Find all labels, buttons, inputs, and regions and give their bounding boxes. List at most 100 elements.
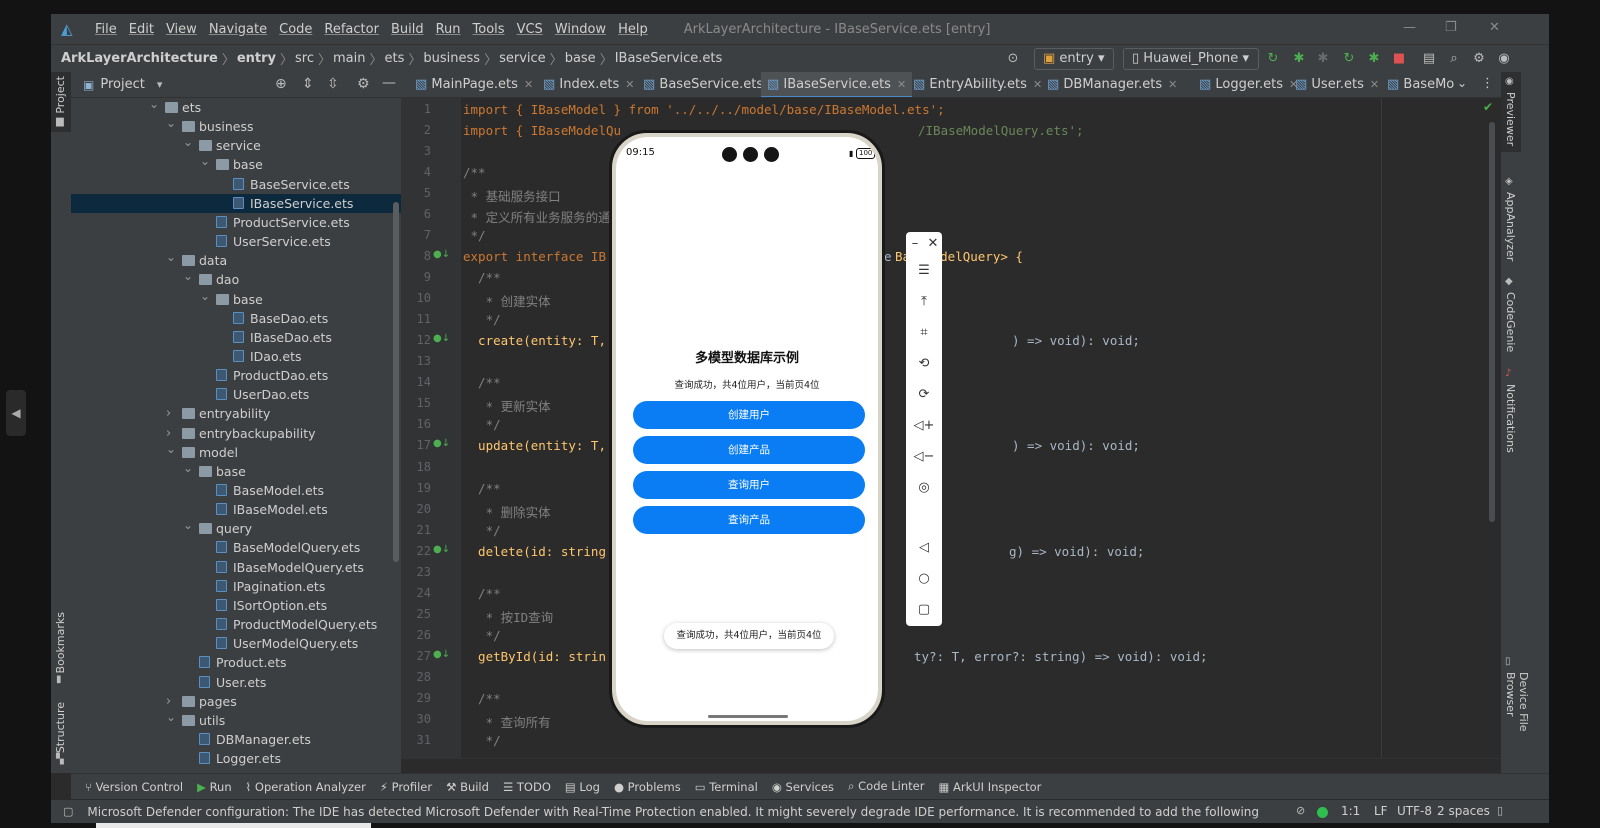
- editor-tab[interactable]: ▧ DBManager.ets ✕: [1041, 72, 1183, 97]
- stop-icon[interactable]: ■: [1391, 51, 1407, 67]
- tree-file[interactable]: IBaseDao.ets: [71, 328, 401, 347]
- account-icon[interactable]: ◉: [1496, 51, 1512, 67]
- no-problems-check-icon[interactable]: ✔: [1483, 100, 1493, 114]
- version-control-tab[interactable]: ⑂ Version Control: [85, 780, 183, 794]
- tree-folder[interactable]: ⌄ business: [71, 114, 401, 136]
- tree-folder[interactable]: ⌄ utils: [71, 708, 401, 730]
- caret-position[interactable]: 1:1: [1341, 804, 1360, 818]
- attach-debugger-icon[interactable]: ✱: [1315, 51, 1331, 67]
- create-user-button[interactable]: 创建用户: [633, 401, 865, 429]
- project-scrollbar[interactable]: [393, 202, 399, 562]
- tree-file[interactable]: IDao.ets: [71, 347, 401, 366]
- tree-file[interactable]: User.ets: [71, 673, 401, 692]
- menu-vcs[interactable]: VCS: [517, 22, 543, 37]
- rotate-icon[interactable]: ⟲: [906, 356, 942, 371]
- menu-file[interactable]: File: [95, 22, 117, 37]
- menu-edit[interactable]: Edit: [129, 22, 154, 37]
- problems-tab[interactable]: ● Problems: [614, 780, 681, 794]
- notifications-tool-button[interactable]: ♪ Notifications: [1501, 368, 1521, 458]
- breadcrumb-base[interactable]: base: [565, 51, 596, 66]
- todo-tab[interactable]: ☰ TODO: [503, 780, 551, 794]
- tree-folder[interactable]: ⌄ service: [71, 135, 401, 155]
- structure-tool-button[interactable]: Structure ▚: [51, 702, 71, 768]
- fold-icon[interactable]: ◎: [906, 480, 942, 495]
- chevron-down-icon[interactable]: ⌄: [166, 440, 176, 459]
- menu-build[interactable]: Build: [391, 22, 424, 37]
- code-linter-tab[interactable]: ⌕ Code Linter: [848, 779, 924, 794]
- chevron-down-icon[interactable]: ⌄: [166, 708, 176, 727]
- code-area[interactable]: import { IBaseModel } from '../../../mod…: [401, 98, 1501, 758]
- tree-folder[interactable]: › entrybackupability: [71, 424, 401, 443]
- tree-file[interactable]: Product.ets: [71, 653, 401, 672]
- breadcrumb-file[interactable]: IBaseService.ets: [615, 51, 723, 66]
- chevron-down-icon[interactable]: ▾: [157, 78, 163, 91]
- menu-run[interactable]: Run: [436, 22, 461, 37]
- chevron-down-icon[interactable]: ⌄: [166, 114, 176, 133]
- tree-folder[interactable]: ⌄ base: [71, 287, 401, 309]
- target-icon[interactable]: ⊙: [1005, 51, 1021, 67]
- editor-tab[interactable]: ▧ IBaseService.ets ✕: [761, 72, 913, 97]
- tree-file[interactable]: BaseService.ets: [71, 175, 401, 194]
- project-tool-button[interactable]: Project ▆: [51, 72, 71, 132]
- module-select[interactable]: ▣ entry ▾: [1034, 48, 1114, 70]
- tree-folder[interactable]: ⌄ query: [71, 516, 401, 538]
- tree-file[interactable]: UserModelQuery.ets: [71, 634, 401, 653]
- editor-tab[interactable]: ▧ MainPage.ets ✕: [409, 72, 539, 97]
- menu-navigate[interactable]: Navigate: [209, 22, 267, 37]
- tree-file[interactable]: DBManager.ets: [71, 730, 401, 749]
- tree-file[interactable]: ProductModelQuery.ets: [71, 615, 401, 634]
- appanalyzer-tool-button[interactable]: ◈ AppAnalyzer: [1501, 176, 1521, 261]
- terminal-tab[interactable]: ▭ Terminal: [695, 780, 758, 794]
- chevron-down-icon[interactable]: ⌄: [183, 459, 193, 478]
- status-message[interactable]: Microsoft Defender configuration: The ID…: [87, 805, 1263, 819]
- home-indicator[interactable]: [708, 715, 788, 718]
- tree-folder[interactable]: ⌄ model: [71, 440, 401, 462]
- menu-tools[interactable]: Tools: [473, 22, 505, 37]
- chevron-down-icon[interactable]: ⌄: [183, 516, 193, 535]
- hide-panel-icon[interactable]: —: [382, 75, 396, 91]
- chevron-down-icon[interactable]: ⌄: [200, 287, 210, 306]
- tree-file[interactable]: ISortOption.ets: [71, 596, 401, 615]
- tree-file[interactable]: BaseDao.ets: [71, 309, 401, 328]
- close-tab-icon[interactable]: ✕: [1370, 78, 1379, 91]
- power-save-icon[interactable]: ⊘: [1296, 804, 1305, 817]
- previewer-tool-button[interactable]: ◉ Previewer: [1501, 72, 1521, 152]
- menu-code[interactable]: Code: [279, 22, 312, 37]
- tree-file[interactable]: IBaseModel.ets: [71, 500, 401, 519]
- rotate-right-icon[interactable]: ⟳: [906, 387, 942, 402]
- query-product-button[interactable]: 查询产品: [633, 506, 865, 534]
- editor-tab[interactable]: ▧ User.ets ✕: [1289, 72, 1385, 97]
- arkui-inspector-tab[interactable]: ▦ ArkUI Inspector: [938, 780, 1041, 794]
- profile-icon[interactable]: ✱: [1366, 51, 1382, 67]
- tree-folder[interactable]: ⌄ base: [71, 459, 401, 481]
- tree-folder[interactable]: ⌄ base: [71, 154, 401, 174]
- create-product-button[interactable]: 创建产品: [633, 436, 865, 464]
- rerun-icon[interactable]: ↻: [1265, 51, 1281, 67]
- device-select[interactable]: ▯ Huawei_Phone ▾: [1123, 48, 1259, 70]
- project-panel-title[interactable]: Project: [100, 77, 144, 92]
- tabs-overflow-icon[interactable]: ⌄: [1457, 76, 1467, 90]
- chevron-down-icon[interactable]: ⌄: [183, 267, 193, 286]
- locate-file-icon[interactable]: ⊕: [275, 76, 287, 92]
- volume-down-icon[interactable]: ◁−: [906, 449, 942, 464]
- menu-view[interactable]: View: [166, 22, 197, 37]
- breadcrumb-entry[interactable]: entry: [237, 51, 276, 66]
- tree-file[interactable]: BaseModel.ets: [71, 481, 401, 500]
- profiler-tab[interactable]: ⚡ Profiler: [380, 780, 432, 794]
- tree-file[interactable]: UserDao.ets: [71, 385, 401, 404]
- tree-file[interactable]: UserService.ets: [71, 232, 401, 251]
- home-icon[interactable]: ○: [906, 571, 942, 586]
- breadcrumb-business[interactable]: business: [423, 51, 480, 66]
- tree-file[interactable]: IBaseService.ets: [71, 193, 401, 213]
- chevron-right-icon[interactable]: ›: [166, 404, 171, 423]
- breadcrumb-ets[interactable]: ets: [385, 51, 405, 66]
- horizontal-scrollbar[interactable]: [401, 758, 1501, 773]
- line-separator[interactable]: LF: [1374, 804, 1388, 818]
- editor-tab[interactable]: ▧ Index.ets ✕: [537, 72, 640, 97]
- close-tab-icon[interactable]: ✕: [897, 78, 906, 91]
- menu-window[interactable]: Window: [555, 22, 606, 37]
- debug-icon[interactable]: ✱: [1291, 51, 1307, 67]
- pin-top-icon[interactable]: ⤒: [906, 294, 942, 309]
- breadcrumb-project[interactable]: ArkLayerArchitecture: [61, 51, 218, 66]
- tree-file[interactable]: ProductDao.ets: [71, 366, 401, 385]
